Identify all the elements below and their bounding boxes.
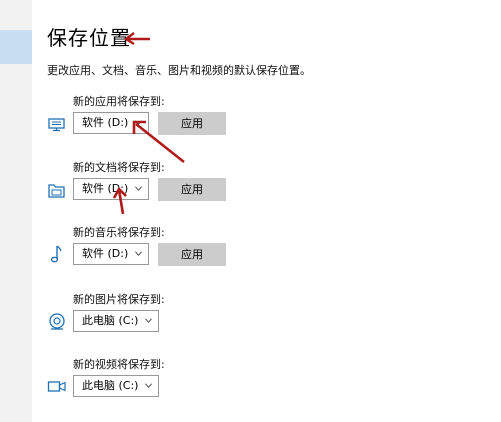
music-save-label: 新的音乐将保存到:	[73, 226, 165, 239]
pictures-drive-value: 此电脑 (C:)	[82, 314, 139, 327]
page-description: 更改应用、文档、音乐、图片和视频的默认保存位置。	[47, 64, 311, 77]
folder-icon	[47, 177, 67, 199]
section-videos: 新的视频将保存到: 此电脑 (C:)	[47, 356, 307, 416]
settings-nav-pane	[0, 0, 32, 422]
nav-selected-item[interactable]	[0, 30, 32, 64]
videos-save-label: 新的视频将保存到:	[73, 358, 165, 371]
pictures-save-label: 新的图片将保存到:	[73, 293, 165, 306]
music-drive-value: 软件 (D:)	[82, 247, 129, 260]
page-title: 保存位置	[47, 26, 131, 50]
documents-drive-dropdown[interactable]: 软件 (D:)	[73, 178, 149, 200]
chevron-down-icon	[145, 383, 152, 388]
monitor-icon	[47, 111, 67, 133]
section-documents: 新的文档将保存到: 软件 (D:) 应用	[47, 159, 307, 219]
section-pictures: 新的图片将保存到: 此电脑 (C:)	[47, 291, 307, 351]
apps-drive-dropdown[interactable]: 软件 (D:)	[73, 112, 149, 134]
music-drive-dropdown[interactable]: 软件 (D:)	[73, 243, 149, 265]
documents-save-label: 新的文档将保存到:	[73, 161, 165, 174]
pictures-drive-dropdown[interactable]: 此电脑 (C:)	[73, 310, 159, 332]
apps-drive-value: 软件 (D:)	[82, 116, 129, 129]
music-apply-button[interactable]: 应用	[158, 243, 226, 266]
chevron-down-icon	[135, 251, 142, 256]
camera-icon	[47, 309, 67, 331]
apps-apply-button[interactable]: 应用	[158, 112, 226, 135]
music-note-icon	[47, 242, 67, 264]
section-apps: 新的应用将保存到: 软件 (D:) 应用	[47, 93, 307, 153]
video-camera-icon	[47, 374, 67, 396]
chevron-down-icon	[145, 318, 152, 323]
section-music: 新的音乐将保存到: 软件 (D:) 应用	[47, 224, 307, 284]
chevron-down-icon	[135, 120, 142, 125]
documents-apply-button[interactable]: 应用	[158, 178, 226, 201]
videos-drive-dropdown[interactable]: 此电脑 (C:)	[73, 375, 159, 397]
documents-drive-value: 软件 (D:)	[82, 182, 129, 195]
videos-drive-value: 此电脑 (C:)	[82, 379, 139, 392]
apps-save-label: 新的应用将保存到:	[73, 95, 165, 108]
chevron-down-icon	[135, 186, 142, 191]
